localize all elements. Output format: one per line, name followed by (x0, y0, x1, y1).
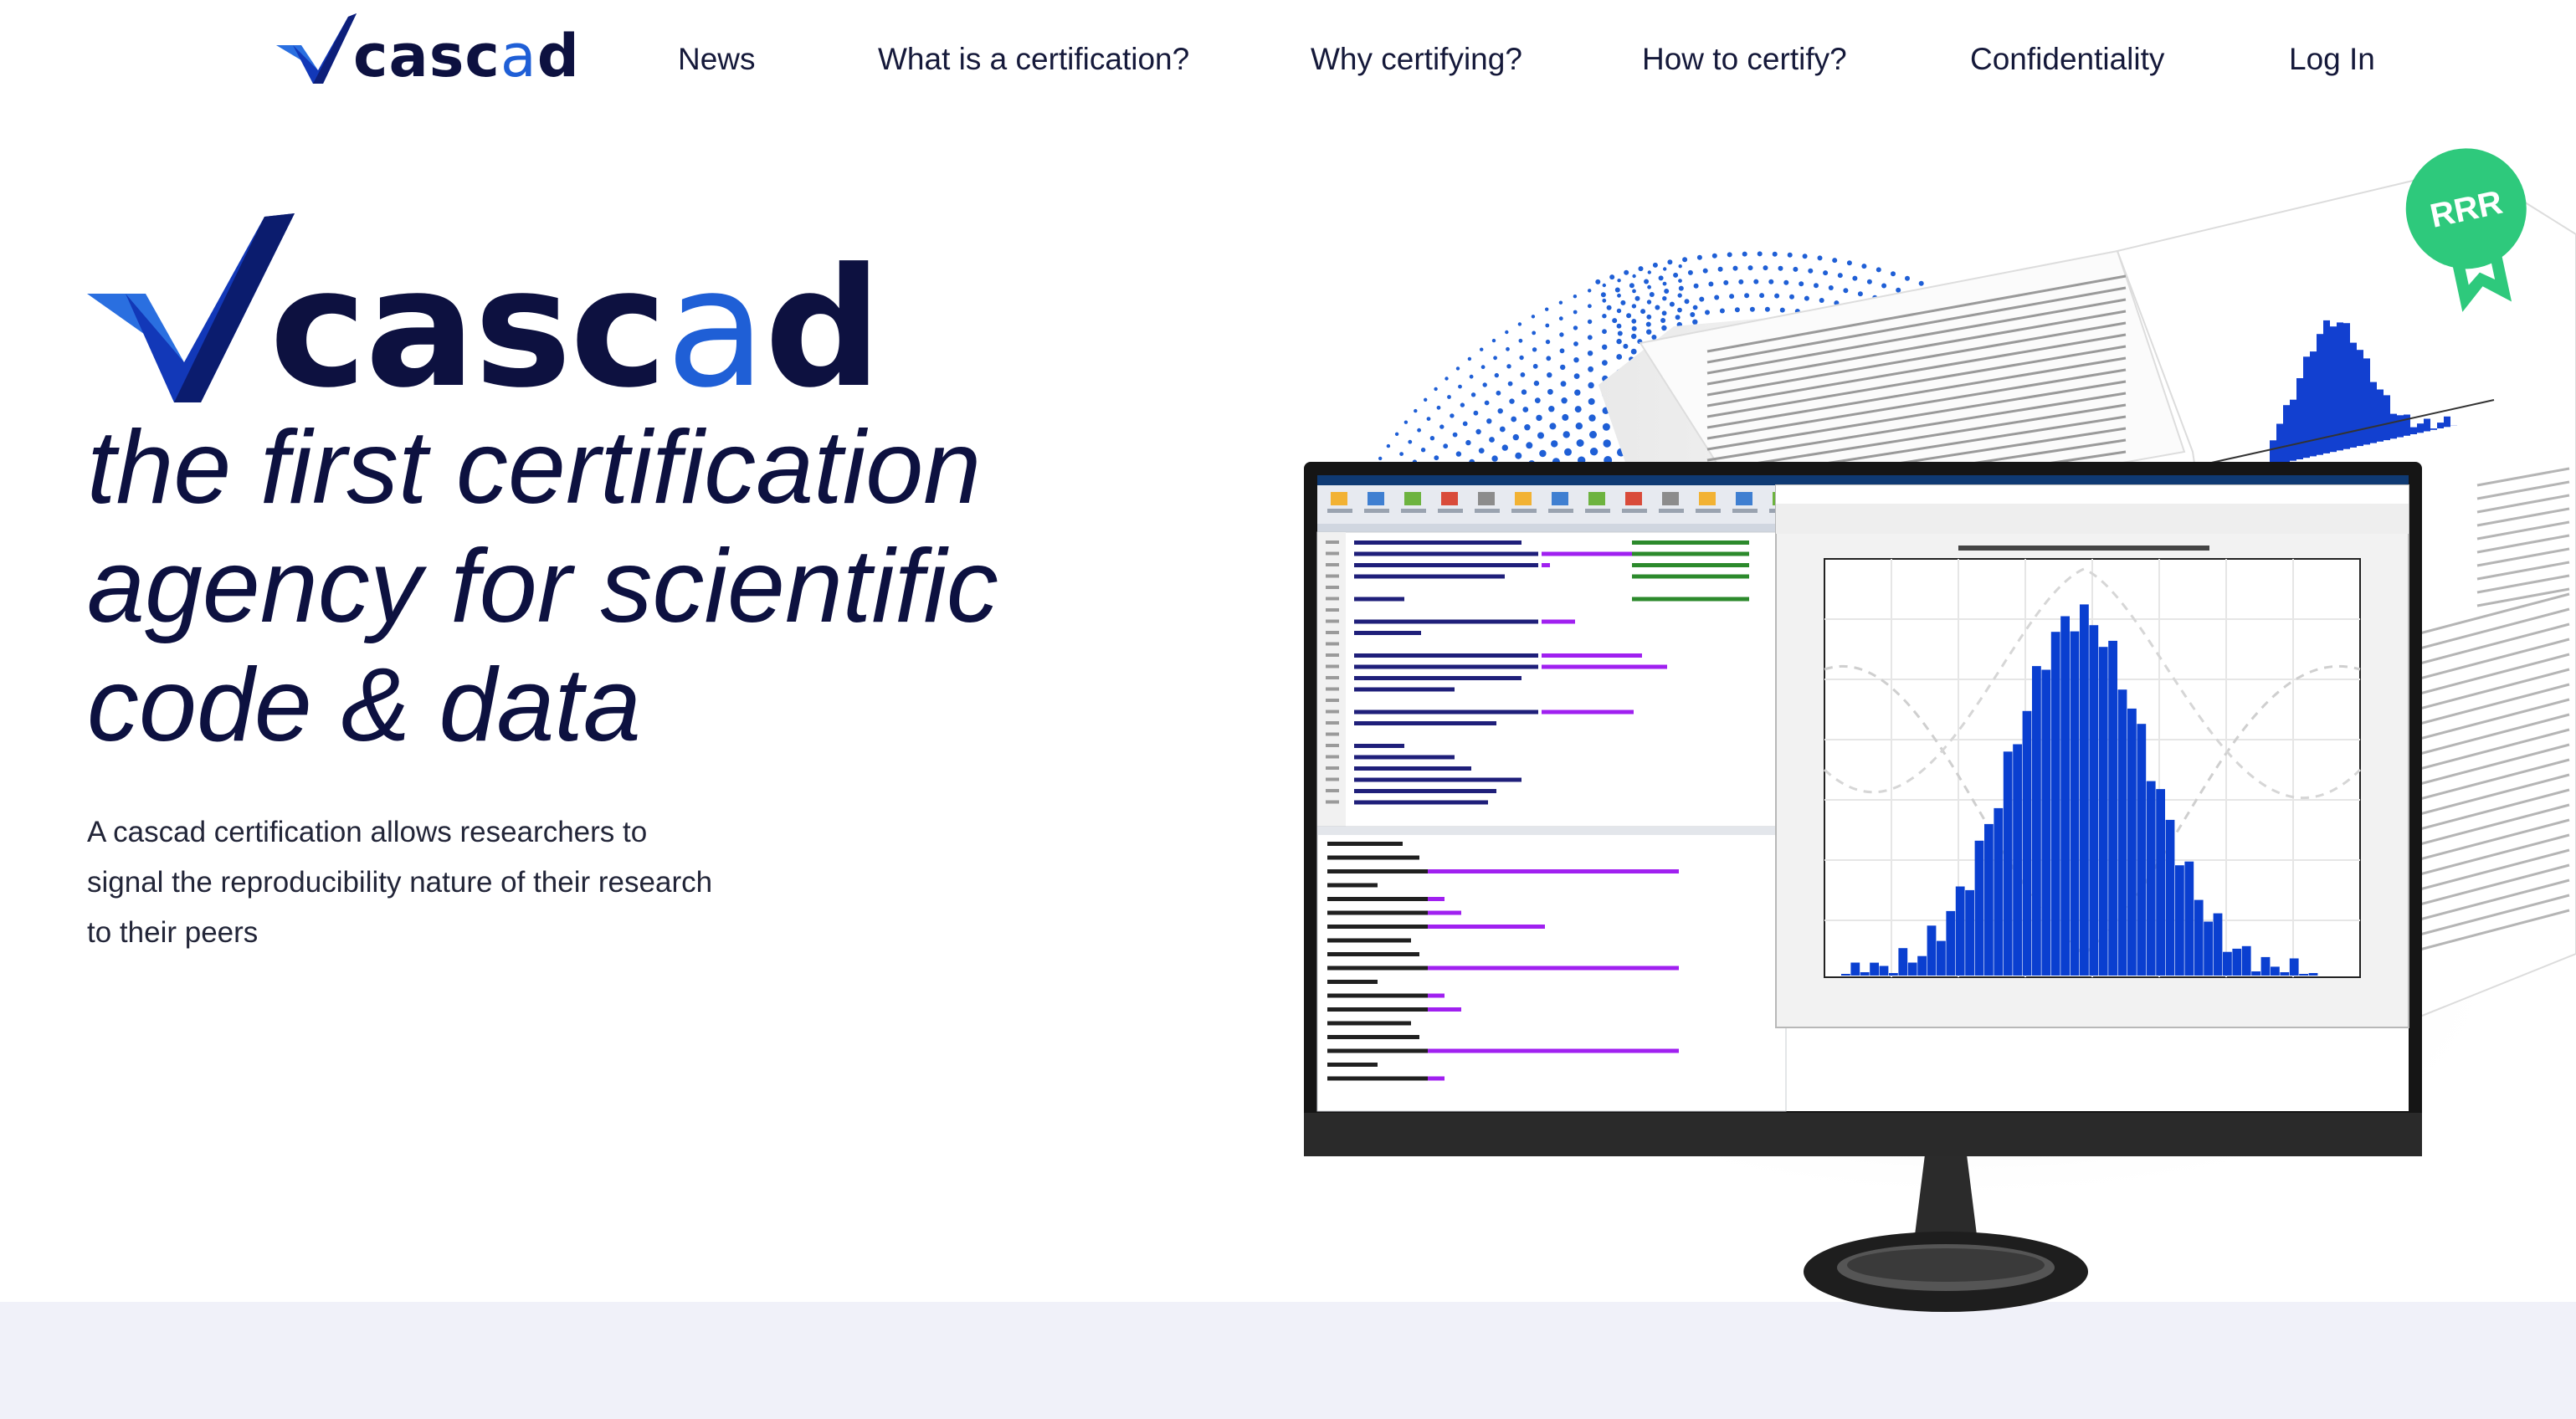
description-line: A cascad certification allows researcher… (87, 816, 648, 848)
hero-illustration: RRR (1239, 134, 2576, 1339)
nav-item-why-certifying[interactable]: Why certifying? (1311, 42, 1522, 77)
nav-item-confidentiality[interactable]: Confidentiality (1970, 42, 2164, 77)
hero-tagline: the first certification agency for scien… (87, 408, 1091, 765)
nav-item-log-in[interactable]: Log In (2289, 42, 2375, 77)
nav-item-news[interactable]: News (678, 42, 756, 77)
site-header: cascad News What is a certification? Why… (0, 0, 2576, 134)
description-line: signal the reproducibility nature of the… (87, 866, 713, 899)
tagline-line: agency for scientific (87, 529, 998, 644)
hero-description: A cascad certification allows researcher… (87, 807, 773, 958)
monitor-illustration: RRR (1304, 148, 2576, 1312)
description-line: to their peers (87, 916, 259, 949)
tagline-line: the first certification (87, 410, 982, 525)
tagline-line: code & data (87, 648, 641, 763)
nav-item-how-to-certify[interactable]: How to certify? (1642, 42, 1847, 77)
hero-logo-wordmark: cascad (269, 233, 882, 424)
nav-item-what-is-certification[interactable]: What is a certification? (878, 42, 1189, 77)
main-nav: News What is a certification? Why certif… (0, 42, 2576, 92)
